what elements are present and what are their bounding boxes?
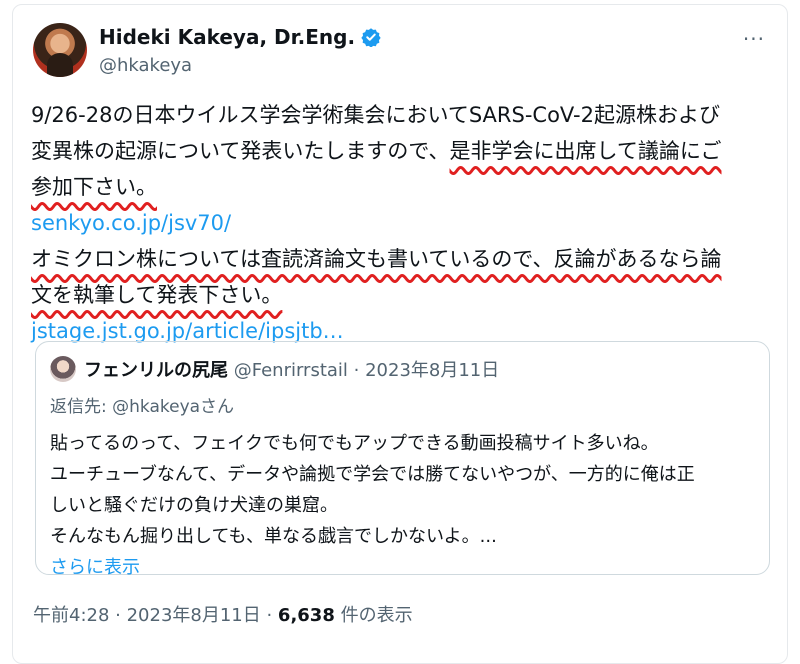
- tweet-line: オミクロン株については査読済論文も書いているので、反論があるなら論: [31, 241, 771, 277]
- tweet-line: 9/26-28の日本ウイルス学会学術集会においてSARS-CoV-2起源株および: [31, 103, 720, 127]
- reply-to-label: 返信先: @hkakeyaさん: [50, 392, 234, 417]
- quoted-line: そんなもん掘り出しても、単なる戯言でしかないよ。...: [50, 526, 497, 547]
- author-name-row: Hideki Kakeya, Dr.Eng.: [99, 25, 381, 49]
- quoted-tweet-header: フェンリルの尻尾 @Fenrirrstail · 2023年8月11日: [84, 356, 499, 382]
- tweet-line: 参加下さい。: [31, 169, 771, 205]
- views-label: 件の表示: [334, 605, 413, 626]
- underlined-text: 参加下さい。: [31, 175, 157, 199]
- tweet-footer: 午前4:28 · 2023年8月11日 · 6,638 件の表示: [33, 601, 413, 627]
- show-more-link[interactable]: さらに表示: [50, 552, 695, 583]
- underlined-text: オミクロン株については査読済論文も書いているので、反論があるなら論: [31, 247, 722, 271]
- tweet-card: Hideki Kakeya, Dr.Eng. @hkakeya ··· 9/26…: [12, 4, 788, 664]
- reply-mention[interactable]: @hkakeyaさん: [112, 397, 234, 417]
- tweet-line-part: 変異株の起源について発表いたしますので、: [31, 139, 450, 163]
- tweet-link[interactable]: senkyo.co.jp/jsv70/: [31, 205, 771, 241]
- more-options-icon[interactable]: ···: [743, 27, 765, 51]
- quoted-line: ユーチューブなんて、データや論拠で学会では勝てないやつが、一方的に俺は正: [50, 464, 695, 485]
- author-avatar[interactable]: [33, 23, 87, 77]
- tweet-line: 変異株の起源について発表いたしますので、是非学会に出席して議論にご: [31, 133, 771, 169]
- underlined-text: 是非学会に出席して議論にご: [449, 139, 722, 163]
- views-count[interactable]: 6,638: [278, 605, 335, 626]
- reply-prefix: 返信先:: [50, 397, 113, 417]
- quoted-line: 貼ってるのって、フェイクでも何でもアップできる動画投稿サイト多いね。: [50, 433, 659, 454]
- quoted-tweet[interactable]: フェンリルの尻尾 @Fenrirrstail · 2023年8月11日 返信先:…: [35, 341, 770, 578]
- author-display-name[interactable]: Hideki Kakeya, Dr.Eng.: [99, 25, 355, 49]
- quoted-tweet-body: 貼ってるのって、フェイクでも何でもアップできる動画投稿サイト多いね。 ユーチュー…: [50, 428, 695, 583]
- quoted-tweet-meta: @Fenrirrstail · 2023年8月11日: [228, 360, 500, 381]
- quoted-line: しいと騒ぐだけの負け犬達の巣窟。: [50, 495, 338, 516]
- quoted-author-name[interactable]: フェンリルの尻尾: [84, 360, 228, 381]
- underlined-text: 文を執筆して発表下さい。: [31, 283, 283, 307]
- verified-badge-icon: [361, 28, 381, 47]
- author-handle[interactable]: @hkakeya: [99, 55, 192, 76]
- tweet-text: 9/26-28の日本ウイルス学会学術集会においてSARS-CoV-2起源株および…: [31, 97, 771, 349]
- quoted-author-avatar[interactable]: [50, 356, 76, 382]
- tweet-timestamp[interactable]: 午前4:28 · 2023年8月11日 ·: [33, 605, 278, 626]
- tweet-line: 文を執筆して発表下さい。: [31, 277, 771, 313]
